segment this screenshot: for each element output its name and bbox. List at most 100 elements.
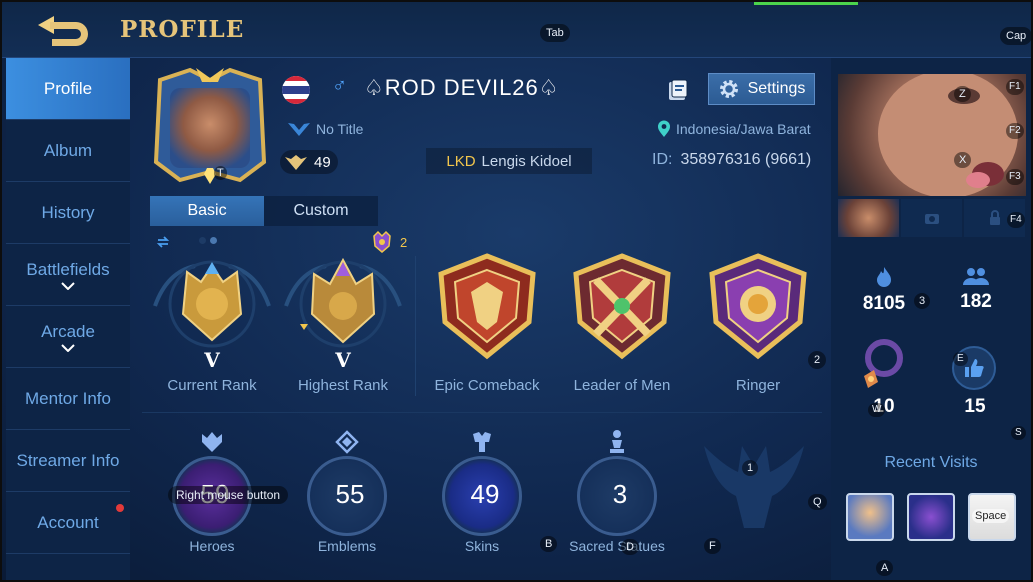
game-screen: PROFILE Tab Cap Profile Album History Ba…: [0, 0, 1033, 582]
emblems-count: 55: [335, 479, 365, 509]
hotkey-hint-z: Z: [954, 86, 971, 102]
locked-trophy-icon: [704, 446, 804, 528]
hotkey-hint-f1: F1: [1006, 79, 1024, 95]
highest-rank-emblem-icon: [284, 257, 402, 348]
hotkey-hint-q: Q: [808, 494, 827, 510]
player-title-text: No Title: [316, 121, 364, 137]
popularity-stat: 8105: [844, 266, 924, 315]
charm-necklace-icon[interactable]: [852, 336, 912, 396]
recent-visitor-avatar[interactable]: [907, 493, 955, 541]
top-bar: PROFILE Tab Cap: [2, 2, 1031, 58]
sidebar-item-label: Streamer Info: [16, 450, 120, 470]
hotkey-hint-t: T: [214, 166, 227, 180]
level-badge: 49: [280, 150, 338, 174]
recent-visitor-avatar[interactable]: [846, 493, 894, 541]
photo-thumbnail[interactable]: [838, 199, 899, 237]
skins-count: 49: [470, 479, 500, 509]
switch-icon[interactable]: [156, 235, 170, 249]
highest-rank-label: Highest Rank: [297, 377, 389, 394]
hotkey-hint-right-mouse: Right mouse button: [168, 486, 289, 504]
recent-visitor-avatar[interactable]: Space: [968, 493, 1016, 541]
sidebar-item-label: Mentor Info: [25, 388, 111, 408]
sidebar-item-label: Battlefields: [26, 259, 110, 279]
page-title: PROFILE: [120, 16, 245, 43]
popularity-value: 8105: [862, 293, 906, 314]
sidebar-item-profile[interactable]: Profile: [6, 58, 130, 120]
rank-highest[interactable]: V Highest Rank: [273, 252, 413, 402]
back-arrow-icon[interactable]: [32, 10, 94, 48]
sidebar-item-label: Album: [43, 140, 93, 160]
notification-dot: [116, 504, 124, 512]
medal-leader-of-men[interactable]: Leader of Men: [552, 252, 692, 402]
settings-button[interactable]: Settings: [708, 73, 815, 105]
followers-stat[interactable]: 182: [936, 266, 1016, 313]
statue-icon: [610, 430, 624, 453]
page-dots: [199, 237, 217, 244]
photo-slot[interactable]: [901, 199, 962, 237]
sidebar-item-label: History: [41, 202, 95, 222]
settings-label: Settings: [747, 80, 806, 97]
location-pin-icon: [658, 120, 670, 137]
hotkey-hint-cap: Cap: [1000, 27, 1031, 45]
recent-visits-title: Recent Visits: [884, 454, 978, 471]
hotkey-hint-tab: Tab: [540, 24, 570, 42]
likes-value: 15: [964, 396, 986, 417]
likes-stat: 15: [935, 396, 1015, 418]
player-id: ID: 358976316 (9661): [652, 151, 811, 169]
medal-count: 2: [370, 230, 407, 254]
divider: [415, 256, 416, 396]
sidebar-item-history[interactable]: History: [6, 182, 130, 244]
medal-label: Ringer: [735, 377, 781, 394]
stat-sacred-statues[interactable]: 3 Sacred Statues: [562, 430, 672, 562]
level-wings-icon: [285, 155, 307, 170]
level-value: 49: [314, 153, 331, 171]
sidebar-item-account[interactable]: Account: [6, 492, 130, 554]
rank-current[interactable]: V Current Rank: [142, 252, 282, 402]
sidebar-item-label: Arcade: [41, 321, 95, 341]
photo-thumbnails: [838, 199, 1026, 237]
squad-info[interactable]: LKD Lengis Kidoel: [426, 148, 592, 174]
stat-label: Emblems: [317, 538, 377, 554]
featured-photo[interactable]: Z X F1 F2 F3: [838, 74, 1026, 196]
player-id-value: 358976316 (9661): [680, 151, 812, 168]
followers-value: 182: [960, 291, 992, 312]
epic-comeback-medal-icon: [438, 253, 536, 360]
hotkey-hint-3: 3: [914, 293, 931, 309]
statues-ring: 3: [577, 456, 657, 536]
location-text: Indonesia/Jawa Barat: [676, 121, 811, 137]
stat-skins[interactable]: 49 Skins: [427, 432, 537, 562]
medal-epic-comeback[interactable]: Epic Comeback: [417, 252, 557, 402]
hotkey-hint-space: Space: [972, 509, 1010, 523]
chevron-down-icon: [61, 281, 75, 290]
wings-icon: [288, 123, 310, 136]
player-title[interactable]: No Title: [286, 120, 363, 138]
current-rank-emblem-icon: [153, 260, 271, 348]
sidebar-item-battlefields[interactable]: Battlefields: [6, 244, 130, 306]
player-id-label: ID:: [652, 151, 673, 168]
gear-icon: [719, 80, 738, 98]
camera-icon: [924, 214, 939, 224]
sidebar-item-mentor-info[interactable]: Mentor Info: [6, 368, 130, 430]
stat-emblems[interactable]: 55 Emblems: [292, 430, 402, 562]
skins-icon: [473, 432, 491, 452]
medal-count-value: 2: [400, 234, 408, 250]
hotkey-hint-f: F: [704, 538, 721, 554]
hotkey-hint-e: E: [953, 352, 968, 366]
gender-icon: ♂: [332, 75, 347, 97]
sidebar-item-streamer-info[interactable]: Streamer Info: [6, 430, 130, 492]
tab-custom[interactable]: Custom: [264, 196, 378, 226]
avatar[interactable]: T: [150, 66, 270, 186]
medal-ringer[interactable]: Ringer: [688, 252, 828, 402]
sidebar-item-arcade[interactable]: Arcade: [6, 306, 130, 368]
emblem-icon: [335, 430, 359, 454]
tab-basic[interactable]: Basic: [150, 196, 264, 226]
stat-label: Heroes: [189, 538, 235, 554]
location: Indonesia/Jawa Barat: [656, 120, 811, 138]
fire-icon: [877, 267, 891, 287]
avatar-photo: [170, 88, 250, 168]
sidebar-item-album[interactable]: Album: [6, 120, 130, 182]
squad-name: Lengis Kidoel: [481, 152, 572, 170]
skins-ring: 49: [442, 456, 522, 536]
document-icon[interactable]: [666, 78, 690, 102]
hotkey-hint-f4: F4: [1007, 212, 1025, 228]
